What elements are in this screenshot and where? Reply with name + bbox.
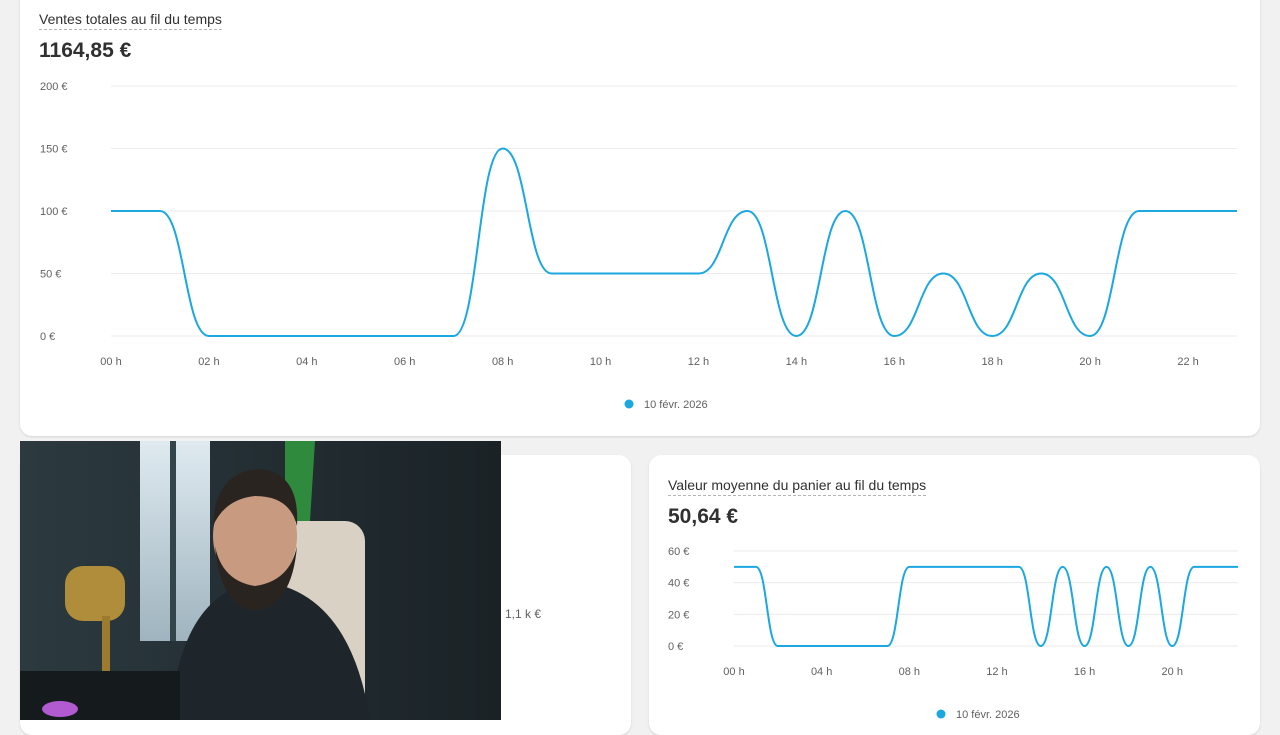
x-tick-label: 16 h (884, 356, 905, 368)
x-tick-label: 12 h (688, 356, 709, 368)
x-tick-label: 04 h (296, 356, 317, 368)
data-point[interactable] (859, 640, 871, 652)
data-point[interactable] (595, 268, 607, 280)
data-point[interactable] (881, 640, 893, 652)
x-tick-label: 02 h (198, 356, 219, 368)
x-tick-label: 00 h (723, 666, 744, 678)
data-point[interactable] (154, 205, 166, 217)
data-point[interactable] (969, 561, 981, 573)
data-point[interactable] (399, 330, 411, 342)
data-point[interactable] (816, 640, 828, 652)
y-tick-label: 40 € (668, 578, 689, 590)
data-point[interactable] (203, 330, 215, 342)
data-point[interactable] (925, 561, 937, 573)
data-point[interactable] (937, 268, 949, 280)
y-tick-label: 20 € (668, 609, 689, 621)
data-point[interactable] (947, 561, 959, 573)
data-point[interactable] (252, 330, 264, 342)
data-point[interactable] (301, 330, 313, 342)
average-cart-value-card: Valeur moyenne du panier au fil du temps… (649, 455, 1260, 735)
data-point[interactable] (1182, 205, 1194, 217)
y-tick-label: 100 € (40, 206, 68, 218)
data-point[interactable] (105, 205, 117, 217)
data-point[interactable] (1231, 205, 1243, 217)
y-tick-label: 60 € (668, 546, 689, 558)
legend-label[interactable]: 10 févr. 2026 (644, 399, 708, 411)
data-point[interactable] (1057, 561, 1069, 573)
legend-marker (936, 709, 946, 719)
data-point[interactable] (1166, 640, 1178, 652)
x-tick-label: 18 h (982, 356, 1003, 368)
data-point[interactable] (838, 640, 850, 652)
webcam-overlay (20, 441, 501, 720)
data-point[interactable] (750, 561, 762, 573)
person-webcam-icon (20, 441, 501, 720)
x-tick-label: 16 h (1074, 666, 1095, 678)
average-cart-line-chart: 60 € 40 € 20 € 0 € 00 h 04 h 08 h 12 h 16 h 20 h 1… (668, 546, 1244, 721)
data-point[interactable] (1210, 561, 1222, 573)
data-point[interactable] (741, 205, 753, 217)
x-tick-label: 06 h (394, 356, 415, 368)
data-point[interactable] (448, 330, 460, 342)
legend-marker (624, 399, 634, 409)
data-point[interactable] (1013, 561, 1025, 573)
x-tick-label: 20 h (1162, 666, 1183, 678)
data-point[interactable] (497, 143, 509, 155)
data-point[interactable] (1035, 640, 1047, 652)
data-point[interactable] (546, 268, 558, 280)
x-tick-label: 22 h (1177, 356, 1198, 368)
x-tick-label: 14 h (786, 356, 807, 368)
data-point[interactable] (794, 640, 806, 652)
data-point[interactable] (903, 561, 915, 573)
data-point[interactable] (839, 205, 851, 217)
data-point[interactable] (790, 330, 802, 342)
data-point[interactable] (1188, 561, 1200, 573)
x-tick-label: 08 h (899, 666, 920, 678)
y-tick-label: 50 € (40, 269, 61, 281)
data-point[interactable] (888, 330, 900, 342)
data-point[interactable] (1122, 640, 1134, 652)
series-line[interactable] (733, 565, 1238, 648)
y-tick-label: 0 € (40, 331, 55, 343)
data-point[interactable] (644, 268, 656, 280)
sales-over-time-card: Ventes totales au fil du temps 1164,85 €… (20, 0, 1260, 436)
data-point[interactable] (1232, 561, 1244, 573)
data-point[interactable] (1133, 205, 1145, 217)
data-point[interactable] (692, 268, 704, 280)
x-tick-label: 08 h (492, 356, 513, 368)
data-point[interactable] (1035, 268, 1047, 280)
series-line[interactable] (110, 147, 1237, 338)
data-point[interactable] (986, 330, 998, 342)
data-point[interactable] (1079, 640, 1091, 652)
data-point[interactable] (1084, 330, 1096, 342)
y-tick-label: 150 € (40, 144, 68, 156)
y-tick-label: 200 € (40, 81, 68, 93)
x-tick-label: 00 h (100, 356, 121, 368)
y-axis-tick-label: 1,1 k € (505, 607, 542, 621)
x-tick-label: 20 h (1079, 356, 1100, 368)
data-point[interactable] (991, 561, 1003, 573)
x-tick-label: 10 h (590, 356, 611, 368)
legend-label[interactable]: 10 févr. 2026 (956, 709, 1020, 721)
data-point[interactable] (772, 640, 784, 652)
data-point[interactable] (1144, 561, 1156, 573)
sales-line-chart: 200 € 150 € 100 € 50 € 0 € 00 h 02 h 04 h 06 h 08… (40, 81, 1243, 411)
data-point[interactable] (350, 330, 362, 342)
y-tick-label: 0 € (668, 641, 683, 653)
x-tick-label: 04 h (811, 666, 832, 678)
data-point[interactable] (1101, 561, 1113, 573)
data-point[interactable] (728, 561, 740, 573)
x-tick-label: 12 h (986, 666, 1007, 678)
